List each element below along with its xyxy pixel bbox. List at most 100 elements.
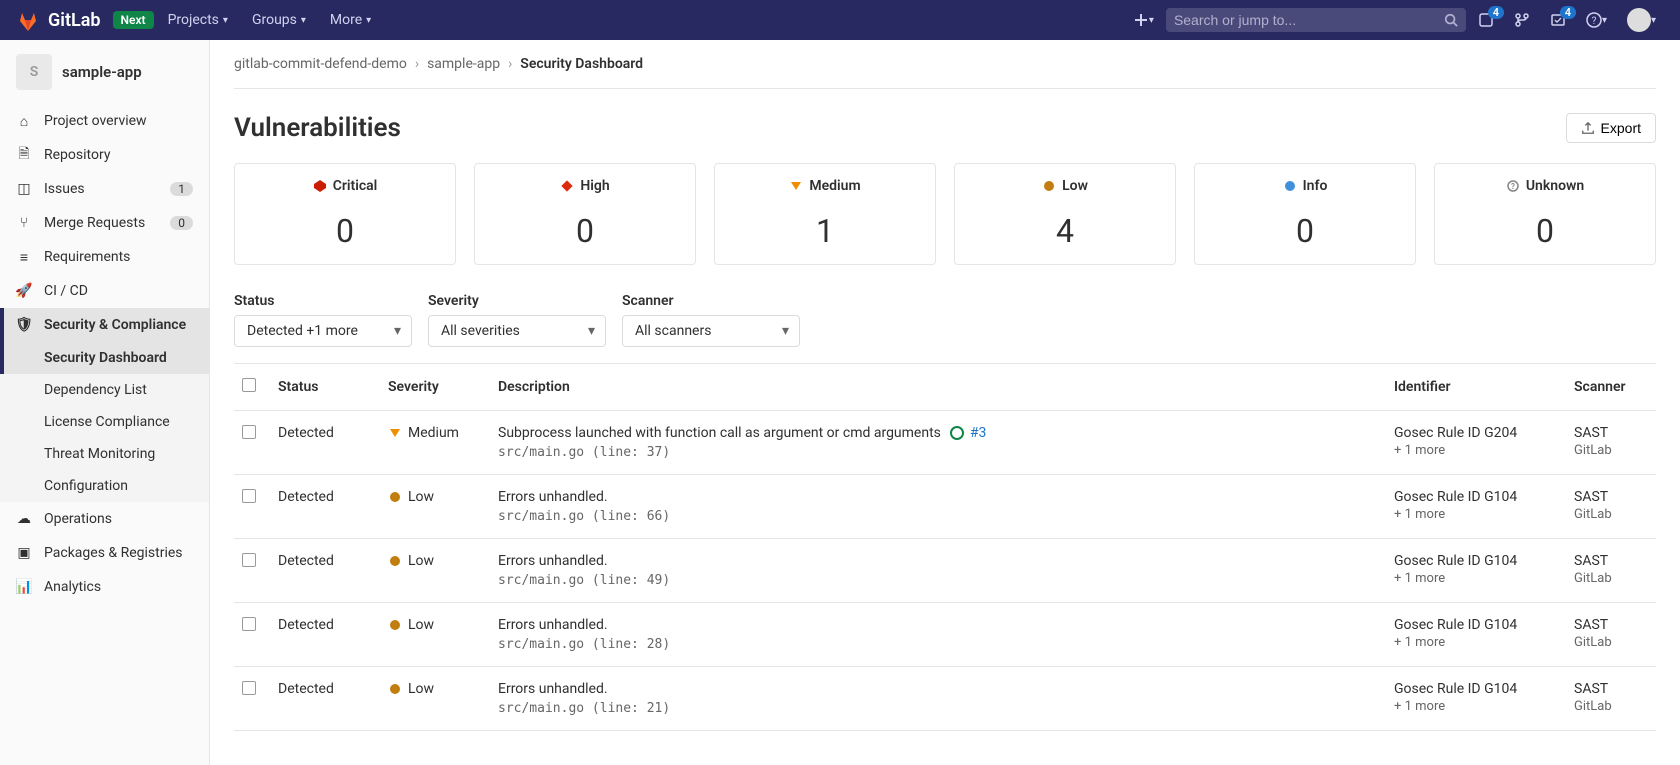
chevron-down-icon: ▾ — [223, 15, 228, 26]
table-row[interactable]: DetectedLowErrors unhandled.src/main.go … — [234, 603, 1656, 667]
main-content: gitlab-commit-defend-demo › sample-app ›… — [210, 40, 1680, 765]
nav-groups[interactable]: Groups▾ — [242, 6, 316, 34]
merge-icon: ⑂ — [16, 215, 32, 231]
filter-status: Status Detected +1 more — [234, 293, 412, 347]
file-icon: 🗎 — [16, 147, 32, 163]
breadcrumb-2[interactable]: sample-app — [427, 56, 500, 72]
shield-icon: 🛡 — [16, 317, 32, 333]
sidebar-sub-license[interactable]: License Compliance — [0, 406, 209, 438]
chevron-right-icon: › — [508, 56, 512, 72]
row-checkbox[interactable] — [242, 681, 256, 695]
gitlab-logo[interactable]: GitLab — [16, 8, 101, 32]
filter-severity: Severity All severities — [428, 293, 606, 347]
breadcrumb: gitlab-commit-defend-demo › sample-app ›… — [234, 40, 1656, 89]
avatar — [1627, 8, 1651, 32]
low-icon — [1042, 179, 1056, 193]
select-all-checkbox[interactable] — [242, 378, 256, 392]
filter-scanner: Scanner All scanners — [622, 293, 800, 347]
stat-low[interactable]: Low4 — [954, 163, 1176, 265]
sidebar-item-analytics[interactable]: 📊Analytics — [0, 570, 209, 604]
cell-status: Detected — [270, 475, 380, 539]
chevron-down-icon: ▾ — [1651, 15, 1656, 26]
row-checkbox[interactable] — [242, 425, 256, 439]
project-header[interactable]: S sample-app — [0, 40, 209, 104]
sidebar-item-cicd[interactable]: 🚀CI / CD — [0, 274, 209, 308]
sidebar-sub-config[interactable]: Configuration — [0, 470, 209, 502]
gitlab-icon — [16, 8, 40, 32]
issues-badge: 4 — [1488, 6, 1504, 19]
issues-count: 1 — [170, 182, 193, 196]
search-input[interactable] — [1174, 12, 1436, 28]
table-row[interactable]: DetectedMediumSubprocess launched with f… — [234, 411, 1656, 475]
cell-scanner: SASTGitLab — [1566, 475, 1656, 539]
table-row[interactable]: DetectedLowErrors unhandled.src/main.go … — [234, 667, 1656, 731]
sidebar-item-overview[interactable]: ⌂Project overview — [0, 104, 209, 138]
merge-button[interactable] — [1506, 6, 1538, 34]
cell-scanner: SASTGitLab — [1566, 411, 1656, 475]
todos-badge: 4 — [1560, 6, 1576, 19]
col-identifier: Identifier — [1386, 364, 1566, 411]
row-checkbox[interactable] — [242, 553, 256, 567]
low-icon — [388, 554, 402, 568]
stat-high[interactable]: High0 — [474, 163, 696, 265]
help-button[interactable]: ?▾ — [1578, 6, 1615, 34]
cell-identifier: Gosec Rule ID G204+ 1 more — [1386, 411, 1566, 475]
sidebar-item-packages[interactable]: ▣Packages & Registries — [0, 536, 209, 570]
sidebar-sub-dashboard[interactable]: Security Dashboard — [0, 342, 209, 374]
cell-status: Detected — [270, 603, 380, 667]
stat-critical[interactable]: Critical0 — [234, 163, 456, 265]
search-box[interactable] — [1166, 8, 1466, 32]
severity-stats: Critical0 High0 Medium1 Low4 Info0 ?Unkn… — [234, 163, 1656, 265]
issue-link[interactable]: #3 — [970, 425, 987, 441]
cell-scanner: SASTGitLab — [1566, 603, 1656, 667]
low-icon — [388, 618, 402, 632]
cell-description: Errors unhandled.src/main.go (line: 28) — [490, 603, 1386, 667]
sidebar-item-operations[interactable]: ☁Operations — [0, 502, 209, 536]
chevron-down-icon: ▾ — [301, 15, 306, 26]
merge-icon — [1514, 12, 1530, 28]
high-icon — [560, 179, 574, 193]
topbar: GitLab Next Projects▾ Groups▾ More▾ ▾ 4 … — [0, 0, 1680, 40]
next-badge: Next — [113, 11, 154, 29]
breadcrumb-1[interactable]: gitlab-commit-defend-demo — [234, 56, 407, 72]
stat-info[interactable]: Info0 — [1194, 163, 1416, 265]
cell-scanner: SASTGitLab — [1566, 539, 1656, 603]
nav-projects[interactable]: Projects▾ — [158, 6, 238, 34]
filter-severity-select[interactable]: All severities — [428, 315, 606, 347]
cell-identifier: Gosec Rule ID G104+ 1 more — [1386, 539, 1566, 603]
cell-severity: Low — [380, 603, 490, 667]
chevron-down-icon: ▾ — [1149, 15, 1154, 26]
cell-status: Detected — [270, 667, 380, 731]
plus-button[interactable]: ▾ — [1125, 6, 1162, 34]
issues-button[interactable]: 4 — [1470, 6, 1502, 34]
export-button[interactable]: Export — [1566, 113, 1656, 143]
table-row[interactable]: DetectedLowErrors unhandled.src/main.go … — [234, 475, 1656, 539]
sidebar-item-repository[interactable]: 🗎Repository — [0, 138, 209, 172]
table-row[interactable]: DetectedLowErrors unhandled.src/main.go … — [234, 539, 1656, 603]
sidebar-sub-dependency[interactable]: Dependency List — [0, 374, 209, 406]
filter-status-select[interactable]: Detected +1 more — [234, 315, 412, 347]
filter-scanner-select[interactable]: All scanners — [622, 315, 800, 347]
cell-status: Detected — [270, 411, 380, 475]
medium-icon — [388, 426, 402, 440]
sidebar-sub-threat[interactable]: Threat Monitoring — [0, 438, 209, 470]
brand-text: GitLab — [48, 10, 101, 31]
nav-more[interactable]: More▾ — [320, 6, 381, 34]
cell-identifier: Gosec Rule ID G104+ 1 more — [1386, 603, 1566, 667]
stat-medium[interactable]: Medium1 — [714, 163, 936, 265]
row-checkbox[interactable] — [242, 617, 256, 631]
stat-unknown[interactable]: ?Unknown0 — [1434, 163, 1656, 265]
package-icon: ▣ — [16, 545, 32, 561]
chevron-down-icon: ▾ — [1602, 15, 1607, 26]
row-checkbox[interactable] — [242, 489, 256, 503]
sidebar-item-security[interactable]: 🛡Security & Compliance — [0, 308, 209, 342]
sidebar-item-merge[interactable]: ⑂Merge Requests0 — [0, 206, 209, 240]
security-subitems: Security Dashboard Dependency List Licen… — [0, 342, 209, 502]
cell-description: Errors unhandled.src/main.go (line: 66) — [490, 475, 1386, 539]
user-menu[interactable]: ▾ — [1619, 2, 1664, 38]
cell-severity: Low — [380, 475, 490, 539]
list-icon: ≡ — [16, 249, 32, 265]
todos-button[interactable]: 4 — [1542, 6, 1574, 34]
sidebar-item-issues[interactable]: ◫Issues1 — [0, 172, 209, 206]
sidebar-item-requirements[interactable]: ≡Requirements — [0, 240, 209, 274]
